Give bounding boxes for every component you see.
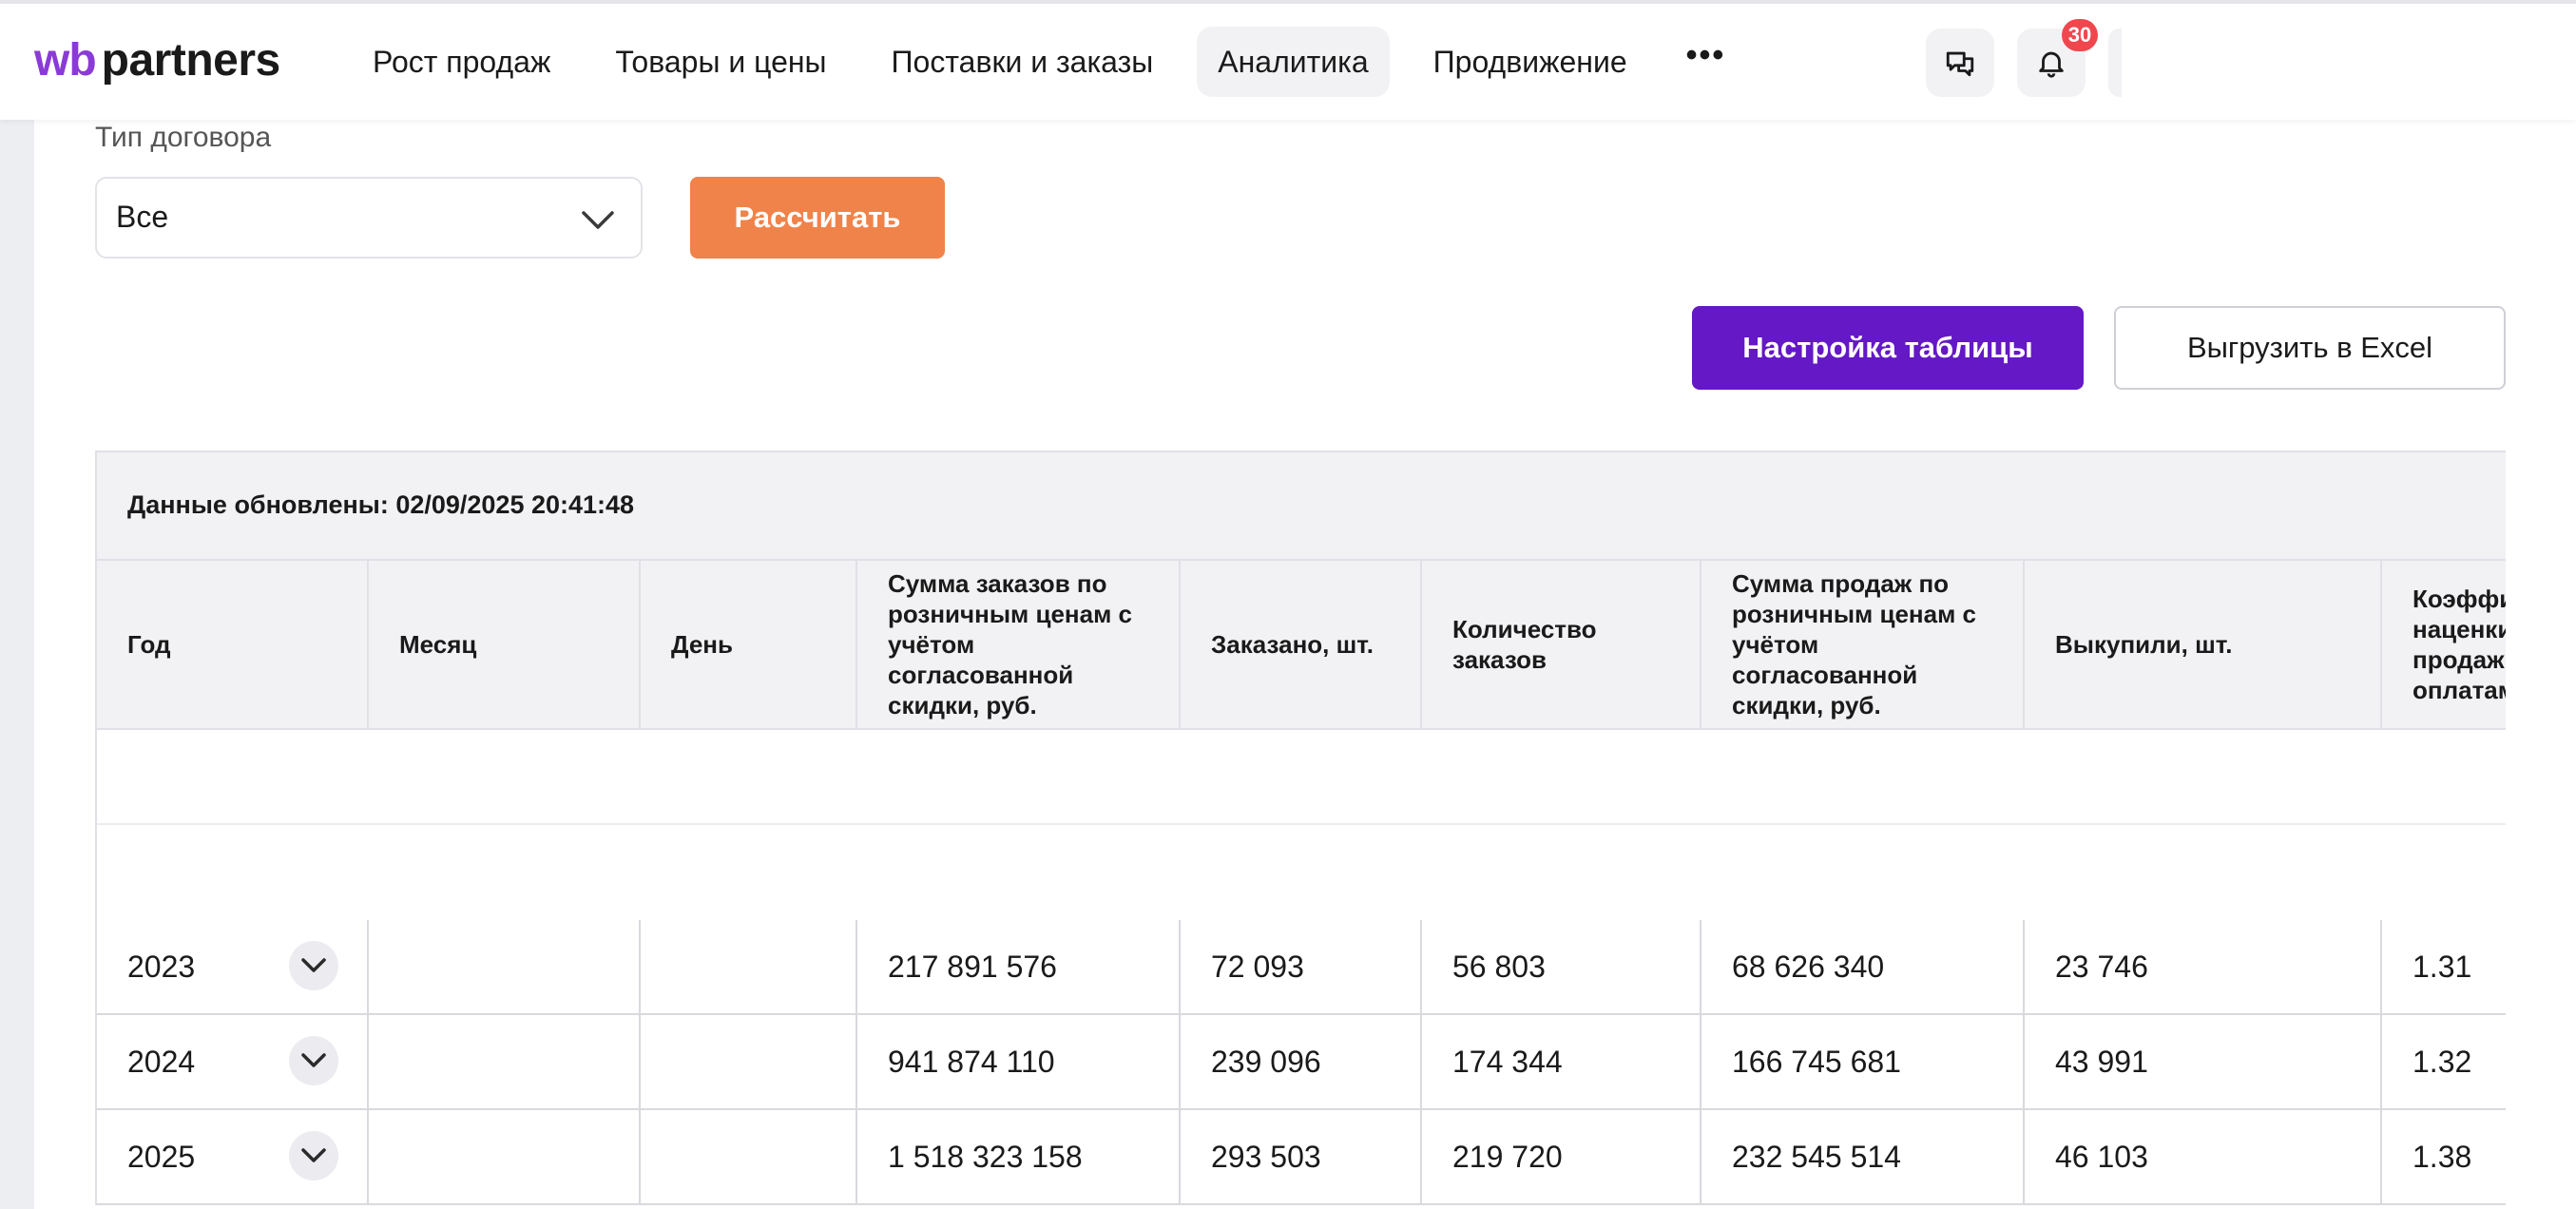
cell-coef: 1.31 bbox=[2382, 920, 2506, 1013]
analytics-table: Данные обновлены: 02/09/2025 20:41:48 Го… bbox=[95, 451, 2506, 1209]
chevron-down-icon bbox=[301, 1053, 326, 1067]
top-header: wb partners Рост продаж Товары и цены По… bbox=[0, 0, 2576, 120]
nav-item-analytics[interactable]: Аналитика bbox=[1197, 27, 1390, 97]
cell-bought: 46 103 bbox=[2025, 1110, 2382, 1203]
cell-bought: 23 746 bbox=[2025, 920, 2382, 1013]
column-header-bought[interactable]: Выкупили, шт. bbox=[2025, 561, 2382, 728]
cell-ordered: 293 503 bbox=[1181, 1110, 1422, 1203]
table-divider bbox=[97, 823, 2506, 825]
column-header-ordered[interactable]: Заказано, шт. bbox=[1181, 561, 1422, 728]
nav-item-promotion[interactable]: Продвижение bbox=[1413, 27, 1648, 97]
cell-orders-count: 56 803 bbox=[1422, 920, 1701, 1013]
cell-ordered: 239 096 bbox=[1181, 1015, 1422, 1108]
cell-sales-sum: 68 626 340 bbox=[1701, 920, 2025, 1013]
cell-day bbox=[641, 1110, 857, 1203]
table-row: 2023 217 891 576 72 093 56 803 68 626 34… bbox=[95, 920, 2506, 1015]
cell-day bbox=[641, 920, 857, 1013]
nav-item-supplies-orders[interactable]: Поставки и заказы bbox=[871, 27, 1175, 97]
cell-coef: 1.32 bbox=[2382, 1015, 2506, 1108]
cell-orders-count: 174 344 bbox=[1422, 1015, 1701, 1108]
expand-row-button[interactable] bbox=[289, 1131, 338, 1180]
cell-orders-sum: 1 518 323 158 bbox=[857, 1110, 1181, 1203]
page-right-margin bbox=[2506, 120, 2576, 1209]
column-header-sales-sum[interactable]: Сумма продаж по розничным ценам с учётом… bbox=[1701, 561, 2025, 728]
column-header-orders-sum[interactable]: Сумма заказов по розничным ценам с учёто… bbox=[857, 561, 1181, 728]
cell-coef: 1.38 bbox=[2382, 1110, 2506, 1203]
profile-button[interactable] bbox=[2108, 29, 2122, 97]
wb-partners-logo[interactable]: wb partners bbox=[34, 34, 280, 87]
cell-bought: 43 991 bbox=[2025, 1015, 2382, 1108]
column-header-month[interactable]: Месяц bbox=[369, 561, 641, 728]
cell-month bbox=[369, 1110, 641, 1203]
logo-wb-text: wb bbox=[34, 35, 97, 86]
cell-day bbox=[641, 1015, 857, 1108]
page-background-strip bbox=[0, 0, 34, 1209]
table-row: 2025 1 518 323 158 293 503 219 720 232 5… bbox=[95, 1110, 2506, 1205]
bell-icon bbox=[2039, 51, 2064, 78]
contract-type-select[interactable]: Все bbox=[95, 177, 643, 259]
chevron-down-icon bbox=[301, 1148, 326, 1162]
more-menu-icon[interactable]: ••• bbox=[1671, 27, 1741, 97]
cell-month bbox=[369, 1015, 641, 1108]
cell-orders-sum: 941 874 110 bbox=[857, 1015, 1181, 1108]
column-header-day[interactable]: День bbox=[641, 561, 857, 728]
cell-orders-count: 219 720 bbox=[1422, 1110, 1701, 1203]
chat-icon bbox=[1946, 51, 1974, 77]
cell-month bbox=[369, 920, 641, 1013]
data-updated-text: Данные обновлены: 02/09/2025 20:41:48 bbox=[127, 490, 635, 519]
chat-button[interactable] bbox=[1926, 29, 1994, 97]
nav-item-sales-growth[interactable]: Рост продаж bbox=[352, 27, 571, 97]
table-empty-area bbox=[95, 730, 2506, 920]
column-header-year[interactable]: Год bbox=[97, 561, 369, 728]
export-excel-button[interactable]: Выгрузить в Excel bbox=[2114, 306, 2506, 390]
expand-row-button[interactable] bbox=[289, 941, 338, 990]
column-header-orders-count[interactable]: Количество заказов bbox=[1422, 561, 1701, 728]
main-nav: Рост продаж Товары и цены Поставки и зак… bbox=[352, 27, 1740, 97]
logo-partners-text: partners bbox=[101, 35, 281, 86]
chevron-down-icon bbox=[301, 958, 326, 972]
notifications-count-badge: 30 bbox=[2062, 19, 2098, 51]
contract-type-value: Все bbox=[116, 200, 169, 234]
cell-orders-sum: 217 891 576 bbox=[857, 920, 1181, 1013]
updated-bar: Данные обновлены: 02/09/2025 20:41:48 bbox=[95, 451, 2506, 559]
table-header-row: Год Месяц День Сумма заказов по розничны… bbox=[95, 559, 2506, 730]
cell-sales-sum: 166 745 681 bbox=[1701, 1015, 2025, 1108]
table-row: 2024 941 874 110 239 096 174 344 166 745… bbox=[95, 1015, 2506, 1110]
expand-row-button[interactable] bbox=[289, 1036, 338, 1085]
chevron-down-icon bbox=[582, 211, 614, 229]
contract-type-label: Тип договора bbox=[95, 122, 272, 153]
nav-item-products-prices[interactable]: Товары и цены bbox=[594, 27, 847, 97]
cell-ordered: 72 093 bbox=[1181, 920, 1422, 1013]
cell-sales-sum: 232 545 514 bbox=[1701, 1110, 2025, 1203]
header-top-line bbox=[0, 0, 2576, 4]
column-header-coef[interactable]: Коэффициент наценки продаж к оплатам bbox=[2382, 561, 2506, 728]
calculate-button[interactable]: Рассчитать bbox=[690, 177, 945, 259]
table-settings-button[interactable]: Настройка таблицы bbox=[1692, 306, 2084, 390]
